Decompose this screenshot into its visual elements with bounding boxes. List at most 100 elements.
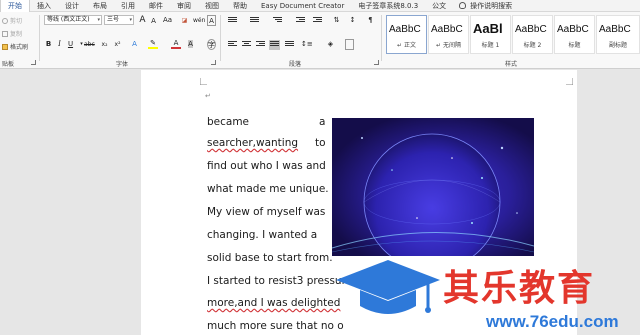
style-sample: AaBbC xyxy=(431,24,463,35)
styles-group-label: 样式 xyxy=(505,61,518,68)
font-size-value: 三号 xyxy=(107,16,120,23)
paint-bucket-icon: ◈ xyxy=(327,40,334,48)
character-shading-icon: A xyxy=(188,40,193,48)
clipboard-dialog-launcher[interactable] xyxy=(31,60,36,65)
bold-button[interactable]: B xyxy=(44,39,53,50)
tab-home[interactable]: 开始 xyxy=(0,0,30,12)
style-name: ↵ 正文 xyxy=(397,42,416,49)
tab-layout[interactable]: 布局 xyxy=(86,0,114,12)
style-sample: AaBl xyxy=(473,21,503,36)
copy-icon xyxy=(2,30,8,37)
pilcrow-icon: ¶ xyxy=(368,16,373,24)
margin-corner-mark xyxy=(200,78,207,85)
document-line: solid base to start from. xyxy=(207,252,333,264)
font-color-bar xyxy=(171,47,181,49)
document-line: became a xyxy=(207,116,325,130)
show-hide-marks-button[interactable]: ¶ xyxy=(366,15,375,26)
increase-indent-icon[interactable] xyxy=(313,17,322,25)
font-color-button[interactable]: A xyxy=(171,39,181,50)
chevron-down-icon: ▾ xyxy=(129,17,132,23)
tab-help[interactable]: 帮助 xyxy=(226,0,254,12)
font-color-letter: A xyxy=(173,39,179,47)
numbering-icon[interactable] xyxy=(250,17,259,25)
highlight-color-button[interactable]: ✎ xyxy=(148,39,158,50)
cut-label: 剪切 xyxy=(10,18,23,25)
copy-label: 复制 xyxy=(10,31,23,38)
sort-button[interactable]: ↕ xyxy=(348,15,357,26)
style-name: ↵ 无间隔 xyxy=(436,42,461,49)
tab-official-document[interactable]: 公文 xyxy=(425,0,453,12)
chinese-layout-button[interactable]: ⇅ xyxy=(332,15,341,26)
decrease-indent-icon[interactable] xyxy=(296,17,305,25)
group-separator xyxy=(381,15,382,61)
document-line: searcher,wanting to xyxy=(207,137,326,151)
highlight-color-bar xyxy=(148,47,158,49)
lightbulb-icon xyxy=(459,2,467,9)
text-effects-button[interactable]: A xyxy=(130,39,139,50)
watermark-url: www.76edu.com xyxy=(486,312,619,331)
document-line: changing. I wanted a xyxy=(207,229,318,241)
style-tile-heading-2[interactable]: AaBbC 标题 2 xyxy=(512,15,553,54)
enclose-characters-button[interactable]: 字 xyxy=(207,39,216,50)
tab-easy-document-creator[interactable]: Easy Document Creator xyxy=(254,0,351,12)
enclosed-characters-button[interactable]: A xyxy=(207,15,216,26)
tell-me-box[interactable]: 操作说明搜索 xyxy=(453,0,512,12)
margin-corner-mark xyxy=(566,78,573,85)
chinese-layout-icon: ⇅ xyxy=(333,16,340,24)
align-center-icon[interactable] xyxy=(242,41,251,49)
align-left-icon[interactable] xyxy=(228,41,237,49)
tab-references[interactable]: 引用 xyxy=(114,0,142,12)
font-name-combo[interactable]: 等线 (西文正文) ▾ xyxy=(44,15,102,25)
tab-mailings[interactable]: 邮件 xyxy=(142,0,170,12)
style-tile-subtitle[interactable]: AaBbC 副标题 xyxy=(596,15,640,54)
bullets-icon[interactable] xyxy=(228,17,237,25)
document-line: find out who I was and xyxy=(207,160,326,172)
justify-icon[interactable] xyxy=(269,40,280,50)
embedded-image[interactable] xyxy=(332,118,534,256)
cut-button[interactable]: 剪切 xyxy=(2,16,22,25)
phonetic-guide-button[interactable]: wén xyxy=(193,15,205,26)
line-text: to xyxy=(315,137,326,149)
style-tile-heading-1[interactable]: AaBl 标题 1 xyxy=(470,15,511,54)
font-dialog-launcher[interactable] xyxy=(211,60,216,65)
line-text: a xyxy=(319,116,326,128)
line-spacing-button[interactable]: ↕≡ xyxy=(301,39,313,50)
font-size-combo[interactable]: 三号 ▾ xyxy=(104,15,134,25)
eraser-icon: ◪ xyxy=(181,17,188,24)
clear-formatting-button[interactable]: ◪ xyxy=(180,15,189,26)
italic-button[interactable]: I xyxy=(55,39,64,50)
paragraph-dialog-launcher[interactable] xyxy=(374,60,379,65)
style-tile-title[interactable]: AaBbC 标题 xyxy=(554,15,595,54)
superscript-button[interactable]: x² xyxy=(113,39,122,50)
tab-e-signature[interactable]: 电子签章系统8.0.3 xyxy=(351,0,425,12)
style-tile-no-spacing[interactable]: AaBbC ↵ 无间隔 xyxy=(428,15,469,54)
grow-font-button[interactable]: A xyxy=(138,15,147,26)
style-sample: AaBbC xyxy=(557,24,589,35)
multilevel-list-icon[interactable] xyxy=(273,17,282,25)
scissors-icon xyxy=(2,17,8,24)
group-separator xyxy=(220,15,221,61)
change-case-button[interactable]: Aa xyxy=(163,15,172,26)
style-name: 标题 xyxy=(568,42,581,49)
style-tile-normal[interactable]: AaBbC ↵ 正文 xyxy=(386,15,427,54)
align-right-icon[interactable] xyxy=(256,41,265,49)
subscript-button[interactable]: x₂ xyxy=(100,39,109,50)
styles-gallery: AaBbC ↵ 正文 AaBbC ↵ 无间隔 AaBl 标题 1 AaBbC 标… xyxy=(386,15,640,57)
document-line: My view of myself was xyxy=(207,206,326,218)
borders-button[interactable] xyxy=(345,39,354,50)
font-group-label: 字体 xyxy=(116,61,129,68)
shrink-font-button[interactable]: A xyxy=(149,16,158,27)
format-painter-button[interactable]: 格式刷 xyxy=(2,42,28,51)
underline-button[interactable]: U xyxy=(66,39,75,50)
tab-view[interactable]: 视图 xyxy=(198,0,226,12)
style-sample: AaBbC xyxy=(599,24,631,35)
strikethrough-button[interactable]: abc xyxy=(84,39,95,50)
copy-button[interactable]: 复制 xyxy=(2,29,22,38)
tab-insert[interactable]: 插入 xyxy=(30,0,58,12)
tab-review[interactable]: 审阅 xyxy=(170,0,198,12)
distributed-icon[interactable] xyxy=(285,41,294,49)
shading-button[interactable]: ◈ xyxy=(326,39,335,50)
character-shading-button[interactable]: A xyxy=(186,39,195,50)
chevron-down-icon: ▾ xyxy=(97,17,100,23)
tab-design[interactable]: 设计 xyxy=(58,0,86,12)
